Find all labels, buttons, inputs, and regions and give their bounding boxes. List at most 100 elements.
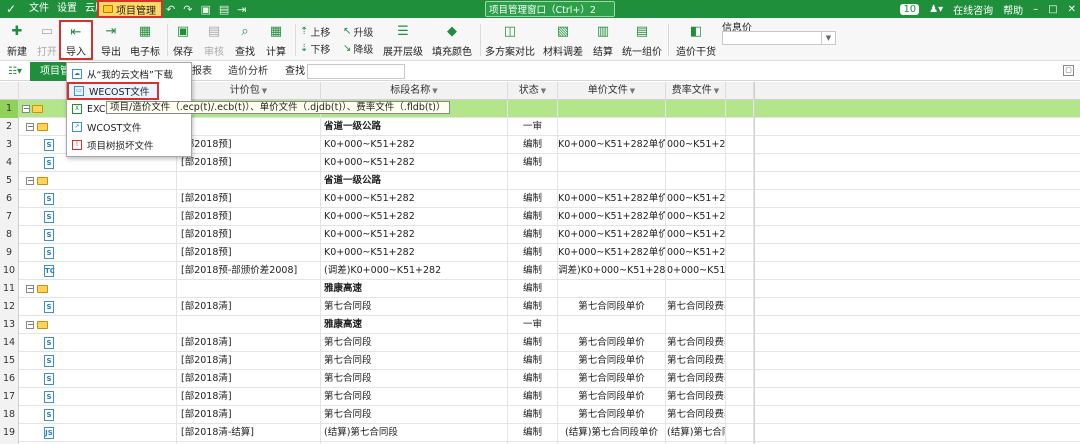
fee-rate-cell[interactable] [666, 172, 726, 190]
table-row[interactable]: 16 S [部2018清]第七合同段编制第七合同段单价第七合同段费率 [0, 370, 1080, 388]
unit-price-cell[interactable] [558, 118, 666, 136]
status-cell[interactable]: 编制 [508, 352, 558, 370]
tab-report[interactable]: 报表 [192, 62, 212, 81]
save-icon[interactable]: ▣ [200, 3, 210, 16]
expand-level-button[interactable]: ☰ 展开层级 [381, 20, 425, 60]
menu-file[interactable]: 文件 [25, 0, 53, 18]
etender-button[interactable]: ▦ 电子标 [128, 20, 162, 60]
tree-cell[interactable]: JS [19, 424, 177, 442]
unit-price-cell[interactable] [558, 154, 666, 172]
close-icon[interactable]: ✕ [1068, 4, 1076, 15]
unit-price-cell[interactable]: 第七合同段单价 [558, 370, 666, 388]
collapse-icon[interactable]: − [26, 177, 34, 185]
package-cell[interactable]: [部2018预] [177, 226, 321, 244]
fee-rate-cell[interactable] [666, 154, 726, 172]
import-button[interactable]: ⇤ 导入 [59, 20, 93, 60]
package-cell[interactable]: [部2018预] [177, 154, 321, 172]
section-cell[interactable]: K0+000~K51+282 [321, 136, 508, 154]
section-cell[interactable]: (结算)第七合同段 [321, 424, 508, 442]
window-switcher[interactable]: 项目管理窗口（Ctrl+ ）2 [485, 1, 615, 17]
table-row[interactable]: 15 S [部2018清]第七合同段编制第七合同段单价第七合同段费率 [0, 352, 1080, 370]
minimize-icon[interactable]: – [1033, 4, 1038, 15]
list-view-icon[interactable]: ☷▾ [8, 66, 22, 77]
table-row[interactable]: 13− 雅康高速 一审 [0, 316, 1080, 334]
package-cell[interactable]: [部2018预-部颁价差2008] [177, 262, 321, 280]
status-cell[interactable]: 编制 [508, 208, 558, 226]
fee-rate-cell[interactable] [666, 280, 726, 298]
menu-item-wcost[interactable]: ↗ WCOST文件 [67, 118, 191, 136]
info-price-dropdown-icon[interactable]: ▼ [822, 31, 836, 45]
package-cell[interactable]: [部2018清] [177, 352, 321, 370]
fee-rate-cell[interactable]: 0+000~K51+2 [666, 262, 726, 280]
section-cell[interactable]: K0+000~K51+282 [321, 190, 508, 208]
move-down-button[interactable]: ⇣ 下移 [300, 41, 330, 56]
unit-price-cell[interactable]: 第七合同段单价 [558, 352, 666, 370]
section-cell[interactable]: (调差)K0+000~K51+282 [321, 262, 508, 280]
fee-rate-cell[interactable]: 000~K51+282 [666, 136, 726, 154]
status-cell[interactable] [508, 172, 558, 190]
multi-compare-button[interactable]: ◫ 多方案对比 [484, 20, 536, 60]
tab-cost-analysis[interactable]: 造价分析 [228, 62, 268, 81]
section-cell[interactable]: K0+000~K51+282 [321, 208, 508, 226]
collapse-icon[interactable]: − [26, 285, 34, 293]
package-cell[interactable] [177, 118, 321, 136]
tree-cell[interactable]: S [19, 388, 177, 406]
project-management-tab[interactable]: 项目管理 [97, 0, 163, 18]
table-row[interactable]: 14 S [部2018清]第七合同段编制第七合同段单价第七合同段费率 [0, 334, 1080, 352]
table-row[interactable]: 19 JS [部2018清-结算] (结算)第七合同段 编制 (结算)第七合同段单价 (结算… [0, 424, 1080, 442]
upgrade-button[interactable]: ↖ 升级 [343, 24, 373, 39]
unit-price-cell[interactable]: (结算)第七合同段单价 [558, 424, 666, 442]
tree-cell[interactable]: S [19, 190, 177, 208]
section-cell[interactable]: K0+000~K51+282 [321, 154, 508, 172]
status-cell[interactable]: 编制 [508, 190, 558, 208]
fee-rate-cell[interactable]: 000~K51+282 [666, 190, 726, 208]
unit-price-cell[interactable]: 第七合同段单价 [558, 388, 666, 406]
pin-icon[interactable]: ▢ [1063, 65, 1074, 76]
unit-price-cell[interactable] [558, 316, 666, 334]
table-row[interactable]: 18 S [部2018清]第七合同段编制第七合同段单价第七合同段费率 [0, 406, 1080, 424]
fee-rate-cell[interactable]: (结算)第七合同段费 [666, 424, 726, 442]
info-price-input[interactable] [722, 31, 822, 45]
unit-price-cell[interactable]: 调差)K0+000~K51+282单价 [558, 262, 666, 280]
package-cell[interactable]: [部2018清] [177, 298, 321, 316]
material-adjust-button[interactable]: ▧ 材料调差 [541, 20, 585, 60]
status-cell[interactable]: 一审 [508, 118, 558, 136]
fee-rate-cell[interactable]: 第七合同段费率 [666, 388, 726, 406]
status-cell[interactable]: 编制 [508, 298, 558, 316]
tab-project-management[interactable]: 项目管理 [30, 62, 66, 81]
table-row[interactable]: 10 TC [部2018预-部颁价差2008] (调差)K0+000~K51+282 编… [0, 262, 1080, 280]
table-row[interactable]: 11− 雅康高速 编制 [0, 280, 1080, 298]
menu-item-cloud-download[interactable]: ☁ 从“我的云文档”下载 [67, 65, 191, 83]
package-cell[interactable]: [部2018预] [177, 136, 321, 154]
fee-rate-cell[interactable]: 第七合同段费率 [666, 298, 726, 316]
section-cell[interactable]: 第七合同段 [321, 388, 508, 406]
tree-cell[interactable]: S [19, 244, 177, 262]
settle-button[interactable]: ▥ 结算 [586, 20, 620, 60]
status-cell[interactable] [508, 100, 558, 118]
unit-price-cell[interactable]: K0+000~K51+282单价 [558, 208, 666, 226]
section-cell[interactable]: 第七合同段 [321, 370, 508, 388]
table-row[interactable]: 8 S [部2018预] K0+000~K51+282 编制 K0+000~K51+282… [0, 226, 1080, 244]
maximize-icon[interactable]: □ [1048, 4, 1057, 15]
exit-icon[interactable]: ⇥ [237, 3, 246, 16]
fee-rate-cell[interactable]: 第七合同段费率 [666, 406, 726, 424]
package-cell[interactable] [177, 316, 321, 334]
user-icon[interactable]: ♟▾ [929, 4, 943, 15]
export-button[interactable]: ⇥ 导出 [94, 20, 128, 60]
header-unit-price[interactable]: 单价文件 ▼ [558, 82, 666, 100]
status-cell[interactable]: 编制 [508, 136, 558, 154]
unit-price-cell[interactable]: 第七合同段单价 [558, 406, 666, 424]
find-button[interactable]: ⌕ 查找 [228, 20, 262, 60]
fill-color-button[interactable]: ◆ 填充颜色 [430, 20, 474, 60]
package-cell[interactable] [177, 280, 321, 298]
section-cell[interactable]: 第七合同段 [321, 298, 508, 316]
status-cell[interactable]: 编制 [508, 262, 558, 280]
table-row[interactable]: 9 S [部2018预] K0+000~K51+282 编制 K0+000~K51+282… [0, 244, 1080, 262]
status-cell[interactable]: 编制 [508, 226, 558, 244]
unit-price-cell[interactable]: K0+000~K51+282单价 [558, 190, 666, 208]
fee-rate-cell[interactable]: 第七合同段费率 [666, 370, 726, 388]
header-section[interactable]: 标段名称 ▼ [321, 82, 508, 100]
package-cell[interactable]: [部2018清] [177, 406, 321, 424]
downgrade-button[interactable]: ↘ 降级 [343, 41, 373, 56]
status-cell[interactable]: 编制 [508, 406, 558, 424]
